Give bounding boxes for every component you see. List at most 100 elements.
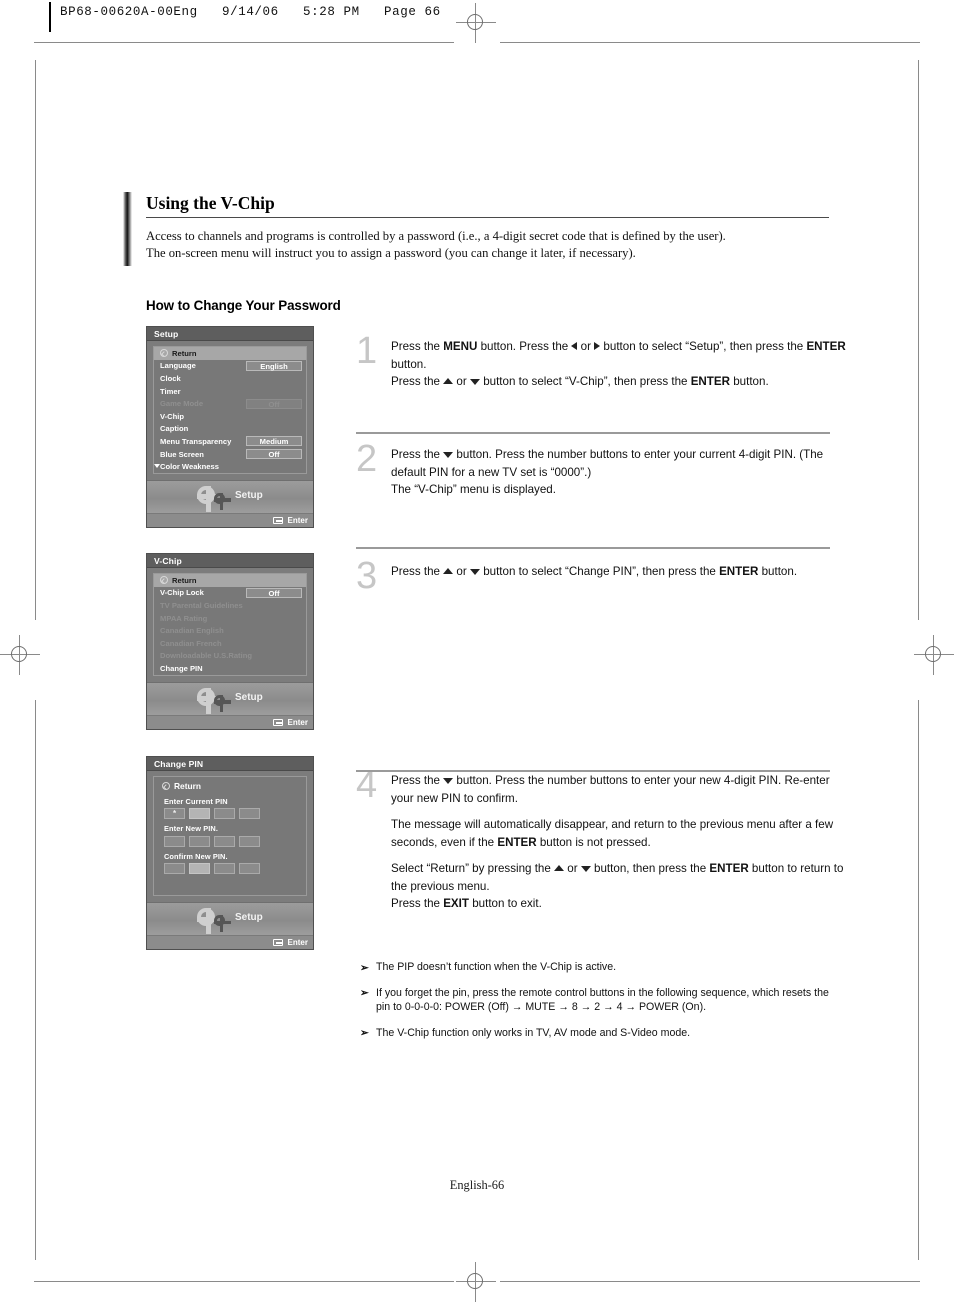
- osd-setup-body: Return Language English Clock Timer Game Mode…: [147, 341, 313, 480]
- osd-setup-row-blue-screen[interactable]: Blue Screen Off: [154, 448, 306, 461]
- enter-button-icon: [273, 939, 283, 947]
- osd-vchip-row-label: MPAA Rating: [160, 613, 208, 623]
- osd-changepin-return-row[interactable]: Return: [154, 780, 306, 793]
- regmark-circle: [467, 1273, 483, 1289]
- crop-line-bottom-left: [34, 1281, 454, 1282]
- step-text: Press the MENU button. Press the or butt…: [391, 338, 851, 391]
- step-paragraph: Press the or button to select “Change PI…: [391, 565, 798, 578]
- osd-vchip-row-change-pin[interactable]: Change PIN: [154, 662, 306, 675]
- pin-digit-box[interactable]: [239, 808, 260, 820]
- note-bullet-icon: ➢: [360, 987, 369, 999]
- pin-group-caption: Enter Current PIN: [164, 796, 228, 806]
- title-underline: [146, 217, 829, 218]
- osd-vchip-row-value[interactable]: Off: [246, 587, 302, 598]
- osd-enter-label: Enter: [287, 718, 308, 728]
- enter-button-icon: [273, 718, 283, 726]
- note-item: ➢ The PIP doesn’t function when the V-Chi…: [360, 960, 840, 975]
- step-paragraph: Press the button. Press the number butto…: [391, 774, 830, 805]
- pin-digit-box[interactable]: [214, 863, 235, 875]
- gear-small-icon: [214, 915, 231, 932]
- pin-box-row: [164, 835, 306, 847]
- pin-group-caption: Confirm New PIN.: [164, 851, 228, 861]
- osd-setup-row-caption[interactable]: Caption: [154, 423, 306, 436]
- osd-enter-label: Enter: [287, 938, 308, 948]
- osd-vchip-row-v-chip-lock[interactable]: V-Chip Lock Off: [154, 587, 306, 600]
- pin-digit-box[interactable]: [189, 808, 210, 820]
- pin-box-row: *: [164, 808, 306, 820]
- osd-setup-row-color-weakness[interactable]: Color Weakness: [153, 460, 306, 473]
- osd-setup-row-label: Menu Transparency: [160, 436, 232, 446]
- crop-line-bottom-right: [500, 1281, 920, 1282]
- pin-box-row: [164, 863, 306, 875]
- note-bullet-icon: ➢: [360, 961, 369, 974]
- osd-setup-row-clock[interactable]: Clock: [154, 372, 306, 385]
- osd-setup-row-label: Blue Screen: [160, 449, 204, 459]
- osd-changepin-return-label: Return: [174, 781, 201, 792]
- pin-digit-box[interactable]: [214, 835, 235, 847]
- osd-setup-row-label: Timer: [160, 386, 181, 396]
- osd-setup-footer: Setup: [147, 479, 313, 513]
- osd-setup-enterbar: Enter: [147, 512, 313, 527]
- note-bullet-icon: ➢: [360, 1027, 369, 1039]
- pin-digit-box[interactable]: [189, 863, 210, 875]
- osd-setup-row-v-chip[interactable]: V-Chip: [154, 410, 306, 423]
- step-divider-1: [356, 432, 830, 434]
- step-paragraph: The “V-Chip” menu is displayed.: [391, 483, 556, 496]
- return-arrow-icon: [162, 782, 170, 791]
- header-crop-line-left: [34, 42, 454, 43]
- step-number: 1: [356, 330, 378, 372]
- return-arrow-icon: [160, 576, 168, 585]
- pin-digit-box[interactable]: [189, 835, 210, 847]
- osd-vchip-row-canadian-french: Canadian French: [154, 637, 306, 650]
- page-number: English-66: [449, 1178, 505, 1192]
- step-paragraph: The message will automatically disappear…: [391, 818, 834, 849]
- osd-vchip-footer: Setup: [147, 681, 313, 715]
- osd-changepin-enterbar: Enter: [147, 935, 313, 949]
- gear-small-icon: [214, 694, 231, 712]
- subsection-heading: How to Change Your Password: [146, 298, 341, 313]
- pin-digit-box[interactable]: [164, 835, 185, 847]
- pin-digit-box[interactable]: [239, 835, 260, 847]
- intro-line-2: The on-screen menu will instruct you to …: [146, 246, 636, 260]
- pin-masked-digit: *: [172, 808, 177, 818]
- section-intro: Access to channels and programs is contr…: [146, 228, 846, 262]
- registration-mark-top: [456, 3, 496, 43]
- pin-group-1: Enter Current PIN *: [164, 797, 306, 820]
- gear-icon: [197, 908, 223, 934]
- osd-vchip-body: Return V-Chip Lock Off TV Parental Guidelin…: [147, 568, 313, 682]
- osd-vchip-row-label: Change PIN: [160, 663, 203, 673]
- osd-setup-row-value[interactable]: English: [246, 360, 302, 371]
- osd-setup-row-label: Caption: [160, 424, 189, 434]
- osd-setup-row-language[interactable]: Language English: [154, 360, 306, 373]
- step-text: Press the button. Press the number butto…: [391, 772, 851, 913]
- osd-vchip-title: V-Chip: [147, 554, 313, 568]
- step-number: 2: [356, 438, 378, 480]
- osd-setup-row-label: Game Mode: [160, 399, 204, 409]
- osd-pin-groups: Enter Current PIN * Enter New PIN. Confirm …: [154, 797, 306, 875]
- osd-setup-row-timer[interactable]: Timer: [154, 385, 306, 398]
- pin-digit-box[interactable]: [214, 808, 235, 820]
- intro-line-1: Access to channels and programs is contr…: [146, 229, 726, 243]
- osd-setup-row-value[interactable]: Off: [246, 449, 302, 460]
- step-divider-3: [356, 770, 830, 772]
- osd-setup-row-value[interactable]: Medium: [246, 436, 302, 447]
- step-paragraph: Press the button. Press the number butto…: [391, 448, 824, 479]
- osd-setup-rows: Return Language English Clock Timer Game Mode…: [153, 346, 307, 474]
- pin-group-3: Confirm New PIN.: [164, 852, 306, 875]
- osd-vchip-row-label: Canadian French: [160, 638, 222, 648]
- osd-vchip-row-downloadable-u-s-rating: Downloadable U.S.Rating: [154, 650, 306, 663]
- osd-setup-row-label: Clock: [160, 373, 181, 383]
- pin-group-2: Enter New PIN.: [164, 824, 306, 847]
- pin-digit-box[interactable]: [164, 863, 185, 875]
- osd-footer-label: Setup: [235, 912, 263, 923]
- osd-enter-label: Enter: [287, 516, 308, 526]
- note-text: The V-Chip function only works in TV, AV…: [376, 1026, 691, 1039]
- pin-digit-box[interactable]: *: [164, 808, 185, 820]
- step-paragraph: Press the EXIT button to exit.: [391, 897, 542, 910]
- pin-group-caption: Enter New PIN.: [164, 824, 218, 834]
- osd-vchip-row-label: TV Parental Guidelines: [160, 600, 243, 610]
- osd-vchip-row-return[interactable]: Return: [154, 574, 306, 587]
- osd-setup-row-menu-transparency[interactable]: Menu Transparency Medium: [154, 435, 306, 448]
- osd-setup-row-return[interactable]: Return: [154, 347, 306, 360]
- pin-digit-box[interactable]: [239, 863, 260, 875]
